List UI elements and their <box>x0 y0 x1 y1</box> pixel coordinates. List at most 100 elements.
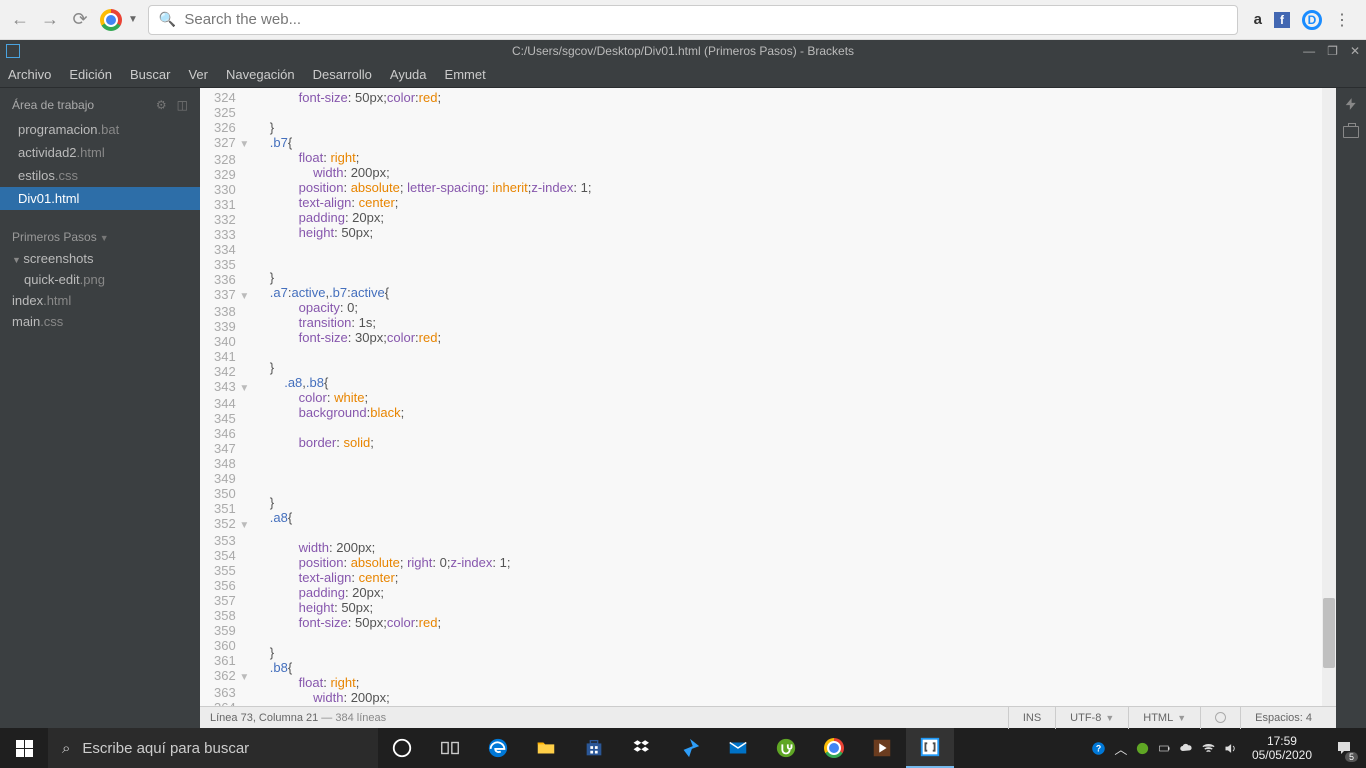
working-file[interactable]: estilos.css <box>0 164 200 187</box>
insert-mode[interactable]: INS <box>1008 707 1055 729</box>
extension-icons: a f D ⋮ <box>1248 10 1356 30</box>
menu-emmet[interactable]: Emmet <box>445 67 486 82</box>
tree-folder[interactable]: ▼ screenshots <box>0 248 200 269</box>
line-gutter: 324 325 326 327 ▼328 329 330 331 332 333… <box>200 88 255 706</box>
total-lines-text: — 384 líneas <box>318 712 386 724</box>
menu-ver[interactable]: Ver <box>188 67 208 82</box>
clock[interactable]: 17:59 05/05/2020 <box>1242 734 1322 762</box>
code-editor[interactable]: 324 325 326 327 ▼328 329 330 331 332 333… <box>200 88 1336 706</box>
working-file[interactable]: actividad2.html <box>0 141 200 164</box>
gear-icon[interactable]: ⚙ <box>156 98 167 112</box>
tree-file[interactable]: quick-edit.png <box>0 269 200 290</box>
brackets-window: C:/Users/sgcov/Desktop/Div01.html (Prime… <box>0 40 1366 728</box>
taskbar: ⌕ Escribe aquí para buscar ? ︿ 17:59 05/… <box>0 728 1366 768</box>
tree-file[interactable]: main.css <box>0 311 200 332</box>
cursor-pos-text: Línea 73, Columna 21 <box>210 712 318 724</box>
file-tree: ▼ screenshotsquick-edit.pngindex.htmlmai… <box>0 248 200 332</box>
window-maximize-icon[interactable]: ❐ <box>1327 44 1338 58</box>
titlebar[interactable]: C:/Users/sgcov/Desktop/Div01.html (Prime… <box>0 40 1366 62</box>
brackets-taskbar-icon[interactable] <box>906 728 954 768</box>
code-content[interactable]: font-size: 50px;color:red; } .b7{ float:… <box>255 88 591 706</box>
file-explorer-icon[interactable] <box>522 728 570 768</box>
amazon-ext-icon[interactable]: a <box>1254 11 1262 28</box>
app-blue-icon[interactable] <box>666 728 714 768</box>
extensions-icon[interactable] <box>1341 122 1361 142</box>
indent-mode[interactable]: Espacios: 4 <box>1240 707 1326 729</box>
statusbar: Línea 73, Columna 21 — 384 líneas INS UT… <box>200 706 1336 728</box>
window-close-icon[interactable]: ✕ <box>1350 44 1360 58</box>
live-preview-icon[interactable] <box>1341 94 1361 114</box>
taskbar-search[interactable]: ⌕ Escribe aquí para buscar <box>48 728 378 768</box>
tree-file[interactable]: index.html <box>0 290 200 311</box>
task-view-icon[interactable] <box>426 728 474 768</box>
wifi-icon[interactable] <box>1198 728 1220 768</box>
brackets-logo-icon <box>6 44 20 58</box>
nav-forward-icon[interactable]: → <box>40 9 60 30</box>
nav-back-icon[interactable]: ← <box>10 9 30 30</box>
cortana-icon[interactable] <box>378 728 426 768</box>
system-tray: ? ︿ 17:59 05/05/2020 5 <box>1088 728 1366 768</box>
project-name: Primeros Pasos <box>12 230 97 244</box>
menu-desarrollo[interactable]: Desarrollo <box>313 67 372 82</box>
omnibox-placeholder: Search the web... <box>184 11 301 28</box>
window-minimize-icon[interactable]: — <box>1303 44 1315 58</box>
chevron-down-icon: ▼ <box>1105 713 1114 723</box>
nav-reload-icon[interactable]: ⟳ <box>70 9 90 30</box>
scrollbar-thumb[interactable] <box>1323 598 1335 668</box>
edge-icon[interactable] <box>474 728 522 768</box>
disqus-ext-icon[interactable]: D <box>1302 10 1322 30</box>
store-icon[interactable] <box>570 728 618 768</box>
working-file[interactable]: programacion.bat <box>0 118 200 141</box>
tray-chevron-up-icon[interactable]: ︿ <box>1110 728 1132 768</box>
editor-panel: 324 325 326 327 ▼328 329 330 331 332 333… <box>200 88 1336 728</box>
svg-text:?: ? <box>1096 743 1101 753</box>
taskbar-apps <box>378 728 954 768</box>
scrollbar-track[interactable] <box>1322 88 1336 706</box>
browser-toolbar: ← → ⟳ ▼ 🔍 Search the web... a f D ⋮ <box>0 0 1366 40</box>
working-files-header: Área de trabajo ⚙ ◫ <box>0 88 200 118</box>
battery-icon[interactable] <box>1154 728 1176 768</box>
chevron-down-icon: ▼ <box>1177 713 1186 723</box>
menu-navegación[interactable]: Navegación <box>226 67 295 82</box>
working-files-label: Área de trabajo <box>12 98 94 112</box>
chrome-dropdown-icon[interactable]: ▼ <box>128 14 138 25</box>
browser-menu-icon[interactable]: ⋮ <box>1334 10 1350 30</box>
chevron-down-icon: ▼ <box>100 233 109 243</box>
mail-icon[interactable] <box>714 728 762 768</box>
chrome-icon[interactable] <box>100 9 122 31</box>
help-icon[interactable]: ? <box>1088 728 1110 768</box>
working-file[interactable]: Div01.html <box>0 187 200 210</box>
sidebar: Área de trabajo ⚙ ◫ programacion.batacti… <box>0 88 200 728</box>
search-icon: 🔍 <box>159 11 176 28</box>
title-path: C:/Users/sgcov/Desktop/Div01.html (Prime… <box>512 44 854 58</box>
cursor-position: Línea 73, Columna 21 — 384 líneas <box>210 712 386 724</box>
notification-badge: 5 <box>1345 752 1358 762</box>
menu-buscar[interactable]: Buscar <box>130 67 170 82</box>
media-player-icon[interactable] <box>858 728 906 768</box>
utorrent-icon[interactable] <box>762 728 810 768</box>
menu-edición[interactable]: Edición <box>69 67 112 82</box>
language-mode[interactable]: HTML▼ <box>1128 707 1200 729</box>
encoding[interactable]: UTF-8▼ <box>1055 707 1128 729</box>
clock-date: 05/05/2020 <box>1252 748 1312 762</box>
action-center-icon[interactable]: 5 <box>1322 728 1366 768</box>
utorrent-tray-icon[interactable] <box>1132 728 1154 768</box>
search-icon: ⌕ <box>62 740 70 757</box>
facebook-ext-icon[interactable]: f <box>1274 12 1290 28</box>
menu-ayuda[interactable]: Ayuda <box>390 67 427 82</box>
taskbar-search-placeholder: Escribe aquí para buscar <box>82 740 249 757</box>
omnibox[interactable]: 🔍 Search the web... <box>148 5 1238 35</box>
circle-icon <box>1215 712 1226 723</box>
onedrive-icon[interactable] <box>1176 728 1198 768</box>
start-button[interactable] <box>0 728 48 768</box>
menu-archivo[interactable]: Archivo <box>8 67 51 82</box>
split-view-icon[interactable]: ◫ <box>177 98 188 112</box>
volume-icon[interactable] <box>1220 728 1242 768</box>
right-toolbar <box>1336 88 1366 728</box>
dropbox-icon[interactable] <box>618 728 666 768</box>
project-header[interactable]: Primeros Pasos▼ <box>0 220 200 248</box>
menubar: Archivo Edición Buscar Ver Navegación Desarro… <box>0 62 1366 88</box>
chrome-taskbar-icon[interactable] <box>810 728 858 768</box>
lint-status[interactable] <box>1200 707 1240 729</box>
clock-time: 17:59 <box>1252 734 1312 748</box>
